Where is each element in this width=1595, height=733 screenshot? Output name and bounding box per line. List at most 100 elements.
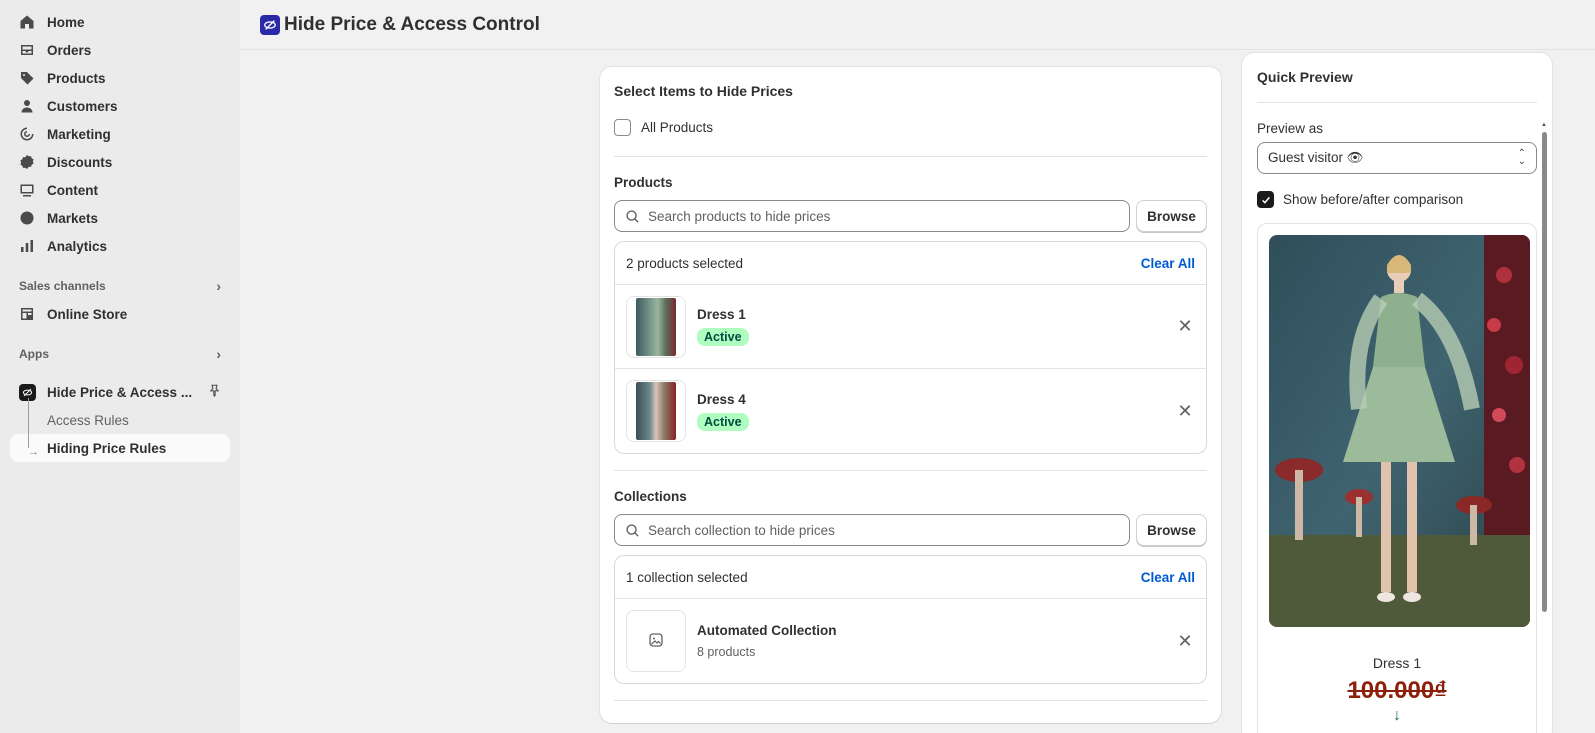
sub-item-hiding-price-rules[interactable]: Hiding Price Rules [10, 434, 230, 462]
products-section-label: Products [614, 175, 673, 190]
nav-item-products[interactable]: Products [10, 64, 230, 92]
clear-all-products-button[interactable]: Clear All [1141, 256, 1195, 271]
nav-label: Customers [47, 98, 118, 114]
pin-icon[interactable] [208, 384, 221, 400]
nav-label: Online Store [47, 306, 128, 322]
quick-preview-card: Quick Preview Preview as Guest visitor 👁… [1242, 53, 1552, 733]
select-items-card: Select Items to Hide Prices All Products… [600, 67, 1221, 723]
products-search-row: Search products to hide prices Browse [614, 200, 1207, 232]
apps-header[interactable]: Apps › [10, 340, 230, 368]
nav-label: Analytics [47, 238, 108, 254]
home-icon [19, 14, 35, 30]
selected-products-list: 2 products selected Clear All Dress 1 Ac… [614, 241, 1207, 454]
preview-as-label: Preview as [1257, 121, 1324, 136]
comparison-checkbox[interactable] [1257, 191, 1274, 208]
chevron-right-icon: › [216, 278, 221, 294]
app-item-hide-price[interactable]: Hide Price & Access ... [10, 378, 230, 406]
nav-item-home[interactable]: Home [10, 8, 230, 36]
products-search-input[interactable]: Search products to hide prices [614, 200, 1130, 232]
sales-channels-label: Sales channels [19, 279, 106, 293]
nav-label: Home [47, 14, 85, 30]
collection-thumbnail [626, 610, 686, 672]
orders-icon [19, 42, 35, 58]
comparison-checkbox-row[interactable]: Show before/after comparison [1257, 191, 1537, 208]
list-item: Automated Collection 8 products ✕ [615, 599, 1206, 683]
all-products-label: All Products [641, 120, 714, 135]
collections-section-label: Collections [614, 489, 687, 504]
page-title: Hide Price & Access Control [284, 13, 540, 35]
nav-item-customers[interactable]: Customers [10, 92, 230, 120]
status-badge: Active [697, 412, 749, 431]
divider [614, 700, 1207, 701]
sub-item-label: Hiding Price Rules [47, 440, 167, 456]
preview-scrollbar[interactable] [1542, 132, 1547, 612]
nav-item-markets[interactable]: Markets [10, 204, 230, 232]
divider [614, 470, 1207, 471]
remove-item-close-icon[interactable]: ✕ [1175, 316, 1195, 337]
scroll-up-arrow-icon[interactable]: ▲ [1541, 122, 1547, 128]
selected-count: 2 products selected [626, 255, 744, 271]
selected-count: 1 collection selected [626, 569, 748, 585]
chart-bars-icon [19, 238, 35, 254]
list-header: 2 products selected Clear All [615, 242, 1206, 285]
dress-photo-illustration [1269, 235, 1530, 627]
search-icon [625, 209, 640, 224]
nav-label: Markets [47, 210, 99, 226]
nav-label: Content [47, 182, 98, 198]
page-header: Hide Price & Access Control [240, 0, 1595, 50]
remove-item-close-icon[interactable]: ✕ [1175, 631, 1195, 652]
remove-item-close-icon[interactable]: ✕ [1175, 401, 1195, 422]
arrow-down-icon: ↓ [1393, 707, 1401, 724]
clear-all-collections-button[interactable]: Clear All [1141, 570, 1195, 585]
nav-list: Home Orders Products Customers Marketing… [10, 8, 230, 260]
select-arrows-icon: ⌃ ⌄ [1517, 148, 1526, 167]
selected-collections-list: 1 collection selected Clear All Automate… [614, 555, 1207, 684]
nav-item-orders[interactable]: Orders [10, 36, 230, 64]
sub-item-access-rules[interactable]: Access Rules [10, 406, 230, 434]
product-image [1269, 235, 1530, 627]
preview-title: Quick Preview [1257, 69, 1537, 103]
tag-icon [19, 70, 35, 86]
divider [614, 156, 1207, 157]
product-thumbnail [626, 380, 686, 442]
sub-item-label: Access Rules [47, 412, 129, 428]
tree-arrow-icon: → [28, 446, 39, 458]
all-products-checkbox-row[interactable]: All Products [614, 119, 1207, 136]
nav-item-online-store[interactable]: Online Store [10, 300, 230, 328]
chevron-right-icon: › [216, 346, 221, 362]
nav-label: Marketing [47, 126, 111, 142]
nav-label: Orders [47, 42, 92, 58]
search-placeholder: Search products to hide prices [648, 208, 831, 224]
product-name: Dress 1 [697, 307, 746, 322]
app-logo-icon [260, 14, 280, 35]
nav-item-content[interactable]: Content [10, 176, 230, 204]
comparison-label: Show before/after comparison [1283, 192, 1464, 207]
image-placeholder-icon [648, 632, 664, 651]
nav-item-marketing[interactable]: Marketing [10, 120, 230, 148]
nav-label: Products [47, 70, 106, 86]
content-icon [19, 182, 35, 198]
product-name: Dress 4 [697, 391, 746, 407]
nav-item-discounts[interactable]: Discounts [10, 148, 230, 176]
product-thumbnail [626, 295, 686, 358]
person-icon [19, 98, 35, 114]
store-icon [19, 306, 35, 322]
nav-item-analytics[interactable]: Analytics [10, 232, 230, 260]
collections-search-input[interactable]: Search collection to hide prices [614, 514, 1130, 546]
list-header: 1 collection selected Clear All [615, 556, 1206, 599]
original-price: 100.000₫ [1347, 677, 1447, 704]
preview-as-value: Guest visitor 👁 [1268, 150, 1364, 165]
sales-channels-header[interactable]: Sales channels › [10, 272, 230, 300]
list-item: Dress 4 Active ✕ [615, 369, 1206, 453]
browse-products-button[interactable]: Browse [1136, 200, 1207, 232]
collections-search-row: Search collection to hide prices Browse [614, 514, 1207, 546]
all-products-checkbox[interactable] [614, 119, 631, 136]
discount-icon [19, 154, 35, 170]
browse-collections-button[interactable]: Browse [1136, 514, 1207, 546]
search-icon [625, 523, 640, 538]
target-icon [19, 126, 35, 142]
nav-label: Discounts [47, 154, 113, 170]
search-placeholder: Search collection to hide prices [648, 522, 835, 538]
preview-as-select[interactable]: Guest visitor 👁 ⌃ ⌄ [1257, 142, 1537, 174]
collection-product-count: 8 products [697, 645, 756, 659]
